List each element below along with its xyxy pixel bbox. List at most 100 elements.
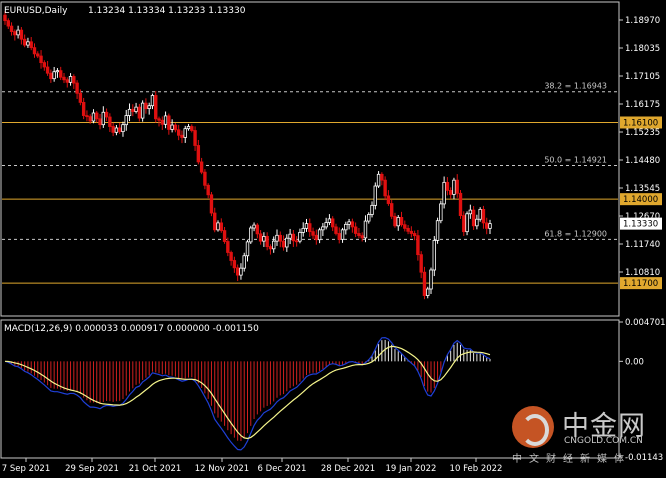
candle-body (262, 236, 266, 242)
candle-body (353, 226, 358, 234)
candle-body (389, 203, 394, 217)
candle-body (91, 112, 96, 122)
candle-body (190, 126, 194, 131)
fibonacci-label: 38.2 = 1.16943 (544, 82, 607, 91)
candle-body (416, 235, 420, 256)
candle-body (350, 221, 355, 228)
candle-body (409, 230, 414, 234)
candle-body (98, 118, 102, 126)
candle-body (72, 76, 76, 84)
candle-body (347, 221, 351, 225)
macd-tick-label: 0.004701 (625, 318, 666, 328)
candle-body (419, 254, 423, 273)
candle-body (45, 66, 50, 74)
candle-body (140, 102, 145, 119)
level-price-label: 1.16100 (623, 118, 658, 128)
candle-body (147, 105, 151, 110)
candle-body (331, 218, 335, 228)
candle-body (445, 181, 450, 191)
candle-body (101, 111, 106, 126)
watermark: 中金网 CNGOLD.COM.CN 中文财经新媒体 (512, 404, 662, 465)
candle-body (298, 231, 302, 242)
candle-body (344, 223, 348, 231)
time-tick-label: 10 Feb 2022 (450, 464, 503, 474)
candle-body (167, 115, 171, 130)
candle-body (317, 229, 322, 241)
macd-readout: MACD(12,26,9) 0.000033 0.000917 0.000000… (4, 324, 259, 334)
candle-body (475, 218, 479, 227)
candle-body (114, 127, 119, 133)
candle-body (380, 173, 384, 181)
candle-body (337, 233, 341, 240)
candle-body (42, 62, 47, 68)
candle-body (13, 31, 17, 36)
candle-body (39, 55, 43, 64)
candle-body (373, 185, 378, 206)
watermark-domain: CNGOLD.COM.CN (564, 436, 643, 446)
candle-body (16, 29, 20, 36)
fibonacci-label: 61.8 = 1.12900 (544, 229, 607, 238)
level-price-label: 1.11700 (623, 279, 658, 289)
candle-body (150, 95, 155, 107)
candle-body (137, 106, 142, 119)
candle-body (422, 271, 427, 296)
cngold-logo-icon (512, 406, 554, 448)
candle-body (163, 115, 168, 125)
candle-body (327, 218, 332, 223)
candle-body (376, 173, 381, 187)
candle-body (19, 29, 24, 40)
candle-body (426, 288, 430, 296)
candle-body (68, 76, 73, 83)
candle-body (252, 224, 256, 229)
fibonacci-label: 50.0 = 1.14921 (544, 156, 607, 165)
candle-body (324, 222, 328, 228)
candle-body (78, 92, 83, 103)
candle-body (32, 47, 37, 55)
time-tick-label: 7 Sep 2021 (2, 464, 50, 474)
price-tick-label: 1.17105 (625, 72, 660, 82)
candle-body (268, 246, 273, 250)
candle-body (111, 126, 115, 133)
candle-body (124, 115, 128, 126)
candle-body (180, 134, 184, 138)
candle-body (478, 208, 482, 220)
candle-body (485, 222, 489, 229)
time-tick-label: 19 Jan 2022 (386, 464, 437, 474)
candle-body (226, 241, 230, 253)
candle-body (321, 226, 325, 231)
candle-body (403, 224, 407, 229)
candle-body (157, 118, 161, 121)
candle-body (104, 111, 109, 118)
candle-body (370, 204, 374, 215)
candle-body (255, 224, 260, 235)
candle-body (399, 217, 404, 226)
candle-body (203, 171, 207, 186)
candle-body (29, 41, 33, 49)
price-tick-label: 1.18970 (625, 16, 660, 26)
candle-body (55, 70, 60, 73)
candle-body (249, 227, 253, 243)
ohlc-readout: 1.13234 1.13334 1.13233 1.13330 (88, 6, 246, 16)
time-tick-label: 6 Dec 2021 (258, 464, 307, 474)
candle-body (88, 116, 92, 122)
candle-body (49, 72, 53, 80)
candle-body (442, 181, 446, 205)
candle-body (65, 79, 69, 83)
candle-body (386, 195, 391, 204)
candle-body (108, 116, 112, 127)
candle-body (121, 124, 125, 133)
candle-body (95, 112, 99, 120)
candle-body (311, 231, 315, 236)
candle-body (85, 115, 89, 118)
candle-body (363, 220, 368, 239)
price-tick-label: 1.10810 (625, 268, 660, 278)
candle-body (213, 212, 217, 231)
candle-body (117, 127, 122, 133)
candle-body (81, 102, 86, 116)
candle-body (216, 222, 220, 231)
chart-header: EURUSD,Daily (4, 6, 68, 16)
candle-body (134, 106, 138, 112)
candle-body (206, 184, 210, 196)
time-tick-label: 28 Dec 2021 (321, 464, 375, 474)
candle-body (235, 267, 240, 276)
